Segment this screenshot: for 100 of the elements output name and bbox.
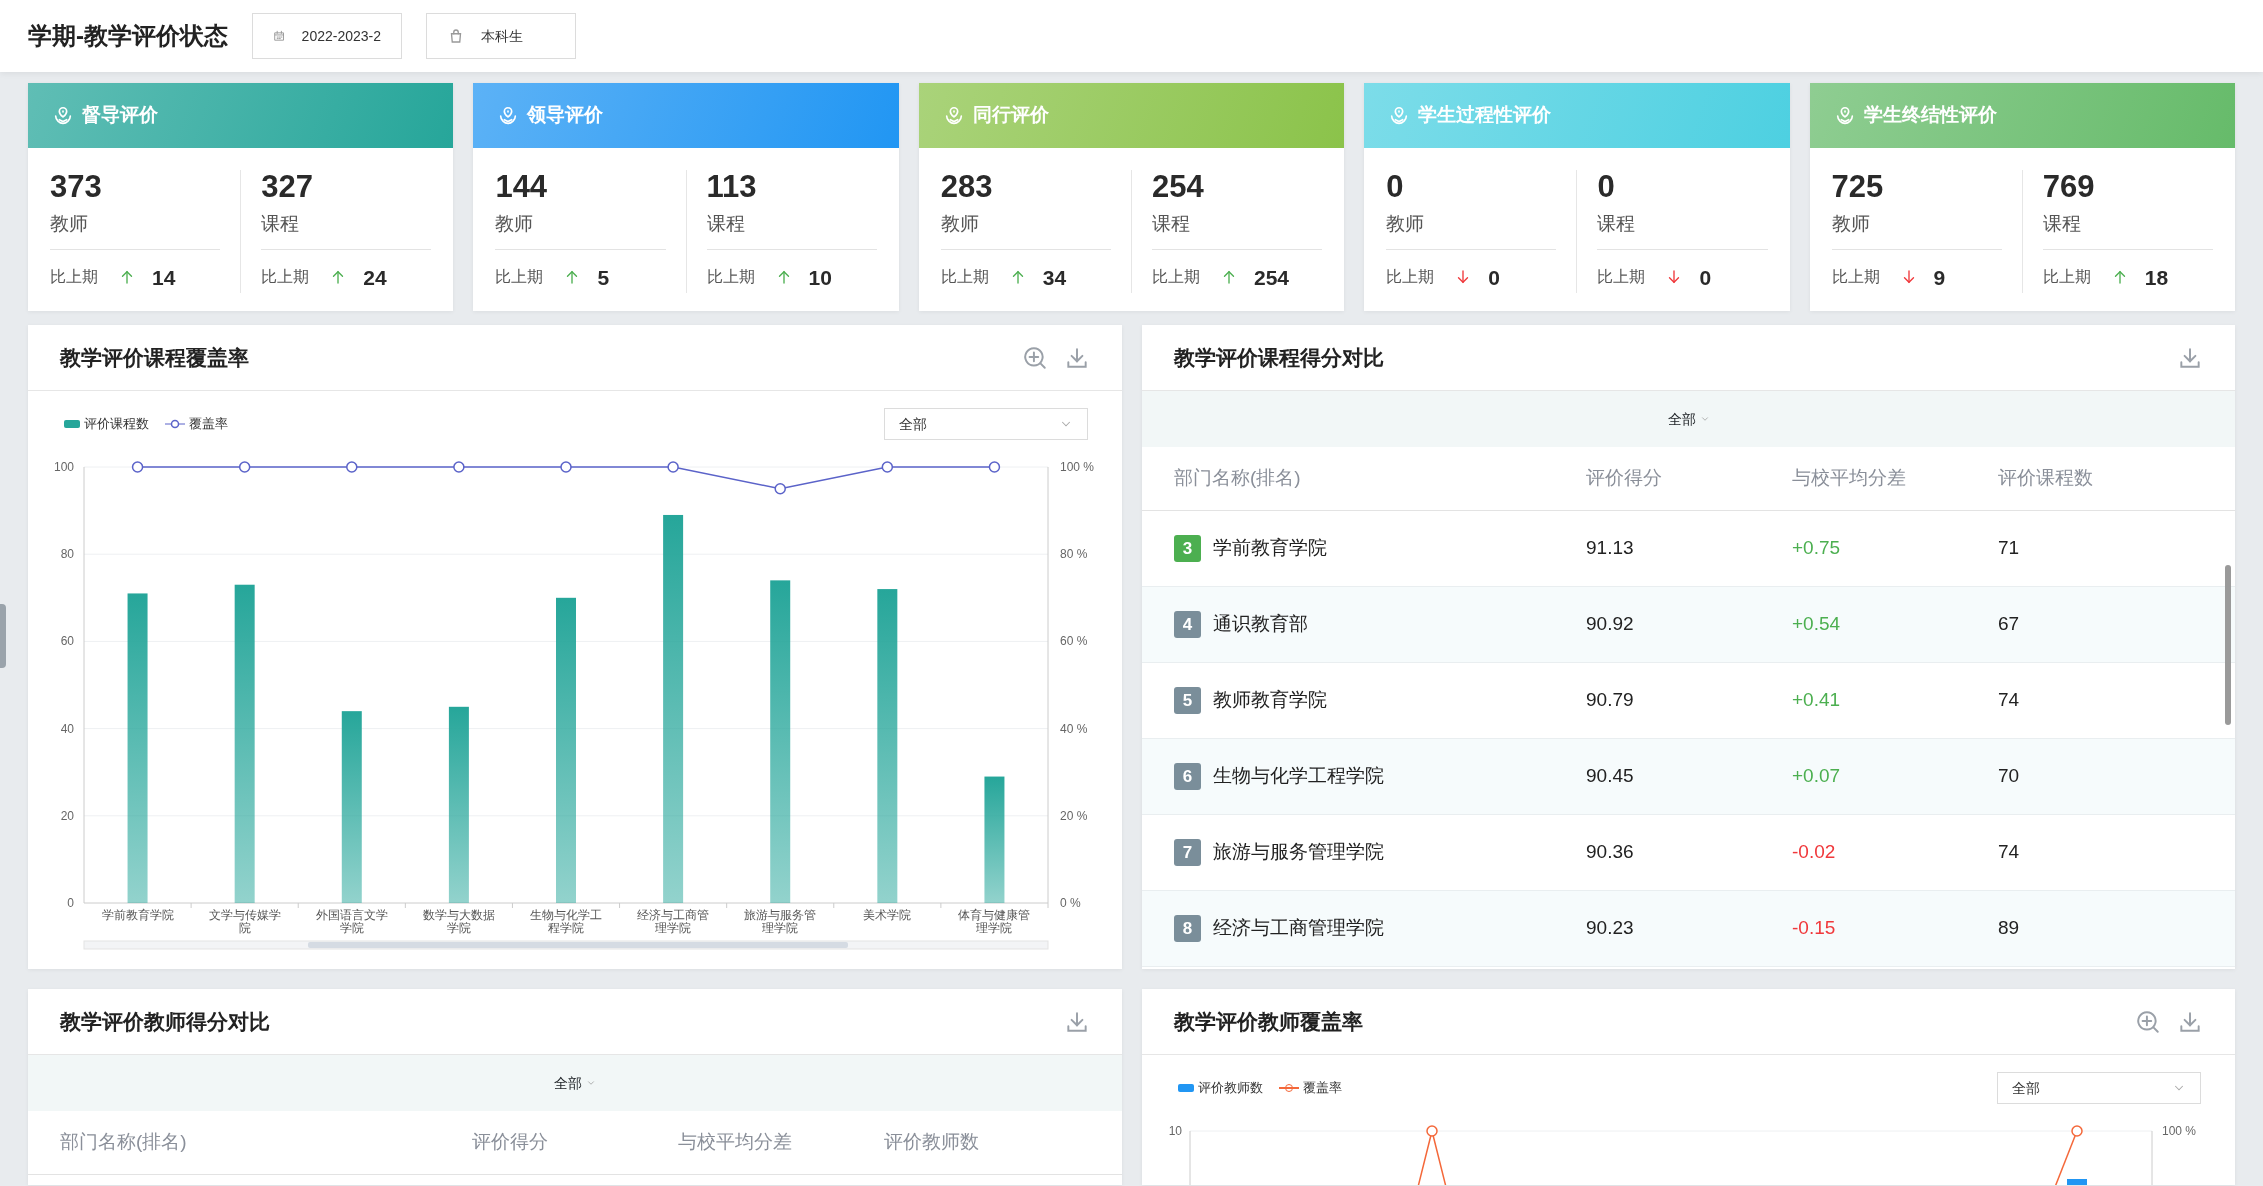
axis-tick-label: 20 — [60, 808, 74, 823]
rank-badge: 4 — [1174, 611, 1201, 639]
department-name: 生物与化学工程学院 — [1213, 764, 1384, 789]
score-diff: +0.41 — [1792, 688, 1842, 713]
change-value: 5 — [597, 264, 610, 291]
rank-badge: 7 — [1174, 839, 1201, 867]
stat-label: 教师 — [495, 212, 535, 237]
score-cell-text: 90.92 — [1586, 612, 1635, 637]
stat-value: 725 — [1831, 170, 1885, 205]
zoom-in-icon[interactable] — [1022, 344, 1048, 371]
scrollbar-thumb[interactable] — [2225, 565, 2231, 726]
score-diff: +0.54 — [1792, 612, 1842, 637]
change-value: 254 — [1254, 264, 1290, 291]
stat-label: 课程 — [1152, 212, 1191, 237]
line-point — [346, 461, 358, 473]
line-point — [667, 461, 679, 473]
score-cell-text: 91.13 — [1586, 536, 1635, 561]
compare-label: 比上期 — [1597, 267, 1646, 288]
card-title: 督导评价 — [82, 103, 158, 128]
legend-label: 评价教师数 — [1197, 1079, 1263, 1098]
stat-label: 教师 — [940, 212, 980, 237]
column-header: 评价得分 — [472, 1130, 549, 1155]
change-value: 18 — [2144, 264, 2169, 291]
change-value: 0 — [1699, 264, 1712, 291]
stat-label: 教师 — [50, 212, 89, 237]
axis-tick-label: 40 — [60, 721, 74, 736]
score-cell-text: 90.36 — [1586, 840, 1635, 865]
stat-value: 144 — [495, 170, 549, 205]
count-cell-text: 89 — [1998, 916, 2021, 941]
column-header: 与校平均分差 — [1792, 466, 1907, 491]
score-diff: -0.15 — [1792, 916, 1837, 941]
column-header: 评价课程数 — [1998, 466, 2094, 491]
score-cell-text: 90.45 — [1586, 764, 1635, 789]
department-name: 经济与工商管理学院 — [1213, 916, 1384, 941]
panel-title: 教学评价课程得分对比 — [1174, 344, 1384, 371]
line-point — [2070, 1125, 2083, 1137]
change-value: 24 — [363, 264, 387, 291]
student-type-picker[interactable]: 本科生 — [426, 13, 576, 59]
stat-value: 769 — [2042, 170, 2096, 205]
line-point — [881, 461, 894, 473]
drawer-handle[interactable] — [0, 604, 6, 668]
department-name: 旅游与服务管理学院 — [1213, 840, 1384, 865]
score-diff: +0.07 — [1792, 764, 1842, 789]
change-value: 9 — [1933, 264, 1946, 291]
line-point — [1425, 1125, 1438, 1137]
axis-tick-label: 100 % — [2161, 1124, 2196, 1139]
count-cell-text: 71 — [1998, 536, 2021, 561]
axis-tick-label: 20 % — [1060, 808, 1088, 823]
stat-value: 373 — [50, 170, 103, 205]
stat-value: 0 — [1386, 170, 1405, 205]
legend-label: 评价课程数 — [84, 415, 149, 434]
change-value: 34 — [1042, 264, 1067, 291]
filter-dropdown[interactable]: 全部 — [553, 1072, 596, 1094]
card-title: 学生过程性评价 — [1418, 103, 1552, 128]
page-title: 学期-教学评价状态 — [28, 21, 228, 51]
score-cell-text: 90.23 — [1586, 916, 1635, 941]
category-label: 数学与大数据学院 — [422, 908, 495, 936]
line-point — [131, 461, 144, 473]
score-diff: -0.02 — [1792, 840, 1837, 865]
college-select[interactable]: 全部 — [884, 408, 1088, 441]
stat-value: 283 — [940, 170, 994, 205]
stat-value: 254 — [1152, 170, 1205, 205]
column-header: 评价得分 — [1586, 466, 1663, 491]
column-header: 部门名称(排名) — [1174, 466, 1302, 491]
count-cell-text: 74 — [1998, 840, 2021, 865]
filter-dropdown[interactable]: 全部 — [1667, 408, 1710, 430]
stat-label: 教师 — [1831, 212, 1871, 237]
rank-badge: 6 — [1174, 763, 1201, 791]
category-label: 经济与工商管理学院 — [637, 908, 710, 936]
compare-label: 比上期 — [2042, 267, 2091, 288]
card-title: 学生终结性评价 — [1863, 103, 1997, 128]
department-name: 学前教育学院 — [1213, 536, 1327, 561]
axis-tick-label: 0 % — [1060, 896, 1081, 911]
line-point — [774, 483, 786, 495]
column-header: 评价教师数 — [884, 1130, 980, 1155]
compare-label: 比上期 — [495, 267, 544, 288]
change-value: 0 — [1488, 264, 1500, 291]
legend-label: 覆盖率 — [189, 415, 228, 434]
card-title: 领导评价 — [527, 103, 604, 128]
category-label: 旅游与服务管理学院 — [744, 908, 817, 936]
rank-badge: 8 — [1174, 915, 1201, 943]
stat-label: 教师 — [1386, 212, 1426, 237]
college-select[interactable]: 全部 — [1997, 1072, 2201, 1105]
line-point — [238, 461, 251, 473]
zoom-in-icon[interactable] — [2135, 1008, 2161, 1035]
axis-tick-label: 80 — [60, 547, 74, 562]
term-picker[interactable]: 2022-2023-2 — [252, 13, 402, 59]
stat-label: 课程 — [261, 212, 301, 237]
compare-label: 比上期 — [1831, 267, 1880, 288]
axis-tick-label: 0 — [67, 896, 74, 911]
department-name: 教师教育学院 — [1213, 688, 1327, 713]
panel-title: 教学评价教师得分对比 — [60, 1008, 270, 1035]
stat-label: 课程 — [2042, 212, 2082, 237]
compare-label: 比上期 — [50, 267, 98, 288]
score-diff: +0.75 — [1792, 536, 1842, 561]
count-cell-text: 74 — [1998, 688, 2021, 713]
category-label: 文学与传媒学院 — [208, 908, 281, 936]
axis-tick-label: 10 — [1168, 1124, 1182, 1139]
stat-value: 113 — [706, 170, 758, 205]
category-label: 美术学院 — [863, 908, 912, 923]
